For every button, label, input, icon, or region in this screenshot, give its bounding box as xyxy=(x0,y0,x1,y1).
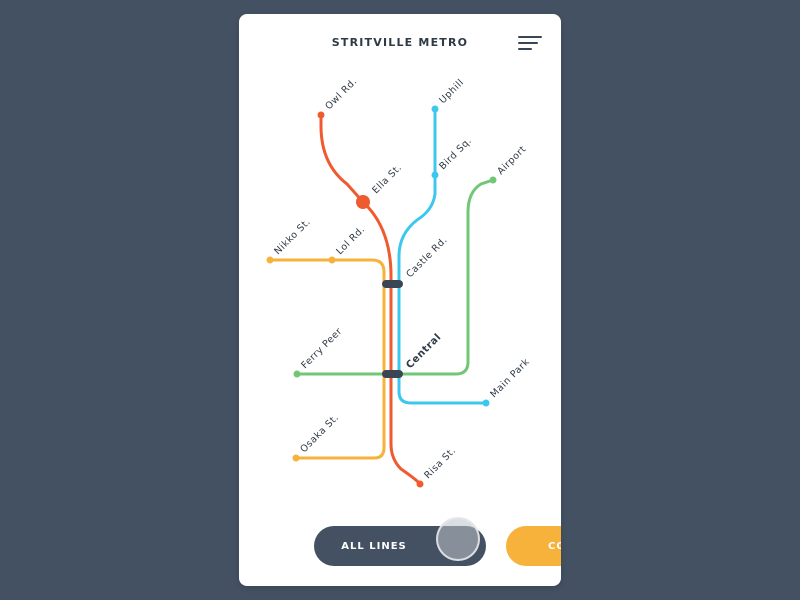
station-dot-lol-rd[interactable] xyxy=(328,256,336,264)
station-label-central[interactable]: Central xyxy=(404,332,443,371)
touch-indicator xyxy=(436,517,480,561)
all-lines-label: ALL LINES xyxy=(341,540,407,552)
station-dot-main-park[interactable] xyxy=(482,399,490,407)
secondary-button-label: CO xyxy=(548,540,561,552)
secondary-button[interactable]: CO xyxy=(506,526,561,566)
phone-card: STRITVILLE METRO Owl Rd. Ella St. Uphill… xyxy=(239,14,561,586)
station-dot-bird-sq[interactable] xyxy=(431,171,439,179)
station-dot-uphill[interactable] xyxy=(431,105,439,113)
station-dot-nikko-st[interactable] xyxy=(266,256,274,264)
station-label-airport[interactable]: Airport xyxy=(495,144,528,177)
station-dot-ferry-peer[interactable] xyxy=(293,370,301,378)
station-label-risa-st[interactable]: Risa St. xyxy=(422,445,458,481)
station-label-owl-rd[interactable]: Owl Rd. xyxy=(323,76,359,112)
station-label-uphill[interactable]: Uphill xyxy=(437,77,466,106)
station-label-ferry-peer[interactable]: Ferry Peer xyxy=(299,326,344,371)
station-label-castle-rd[interactable]: Castle Rd. xyxy=(404,235,449,280)
station-label-ella-st[interactable]: Ella St. xyxy=(370,162,404,196)
station-dot-osaka-st[interactable] xyxy=(292,454,300,462)
station-label-bird-sq[interactable]: Bird Sq. xyxy=(437,135,474,172)
station-dot-owl-rd[interactable] xyxy=(317,111,325,119)
station-label-lol-rd[interactable]: Lol Rd. xyxy=(334,224,367,257)
metro-map: Owl Rd. Ella St. Uphill Bird Sq. Airport… xyxy=(266,76,532,488)
station-label-nikko-st[interactable]: Nikko St. xyxy=(272,216,313,257)
station-dot-risa-st[interactable] xyxy=(416,480,424,488)
station-label-main-park[interactable]: Main Park xyxy=(488,356,532,400)
station-dot-airport[interactable] xyxy=(489,176,497,184)
interchange-castle-rd[interactable] xyxy=(382,280,403,288)
station-label-osaka-st[interactable]: Osaka St. xyxy=(298,412,341,455)
red-line[interactable] xyxy=(319,113,422,486)
interchange-central[interactable] xyxy=(382,370,403,378)
station-dot-ella-st[interactable] xyxy=(356,195,370,209)
